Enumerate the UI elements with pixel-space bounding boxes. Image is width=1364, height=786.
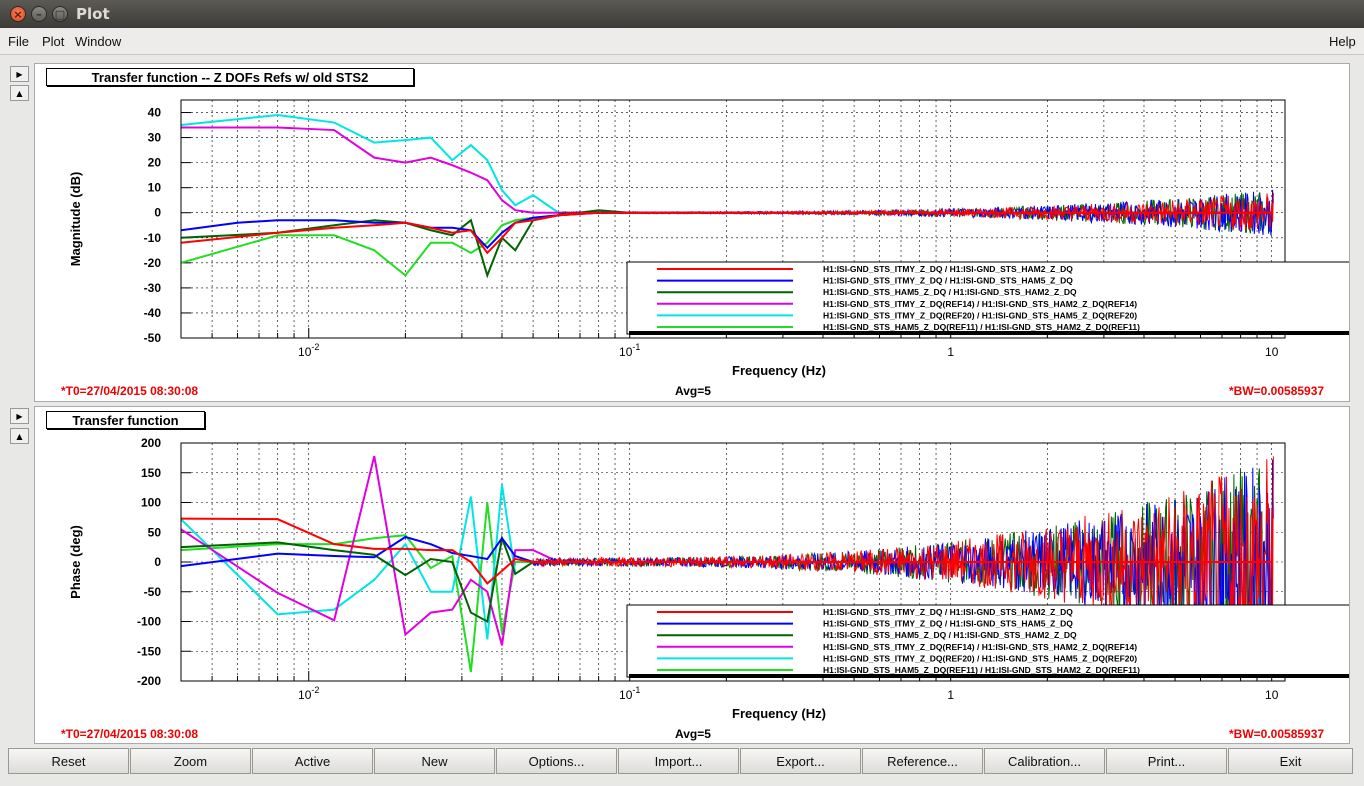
y-axis-label: Phase (deg) [68,525,83,599]
expand-panel-button[interactable]: ▶ [10,408,29,424]
legend-entry: H1:ISI-GND_STS_HAM5_Z_DQ(REF11) / H1:ISI… [823,322,1140,332]
y-tick-label: -10 [144,231,162,245]
y-tick-label: -50 [144,585,162,599]
legend-entry: H1:ISI-GND_STS_HAM5_Z_DQ / H1:ISI-GND_ST… [823,630,1077,640]
maximize-window-button[interactable]: □ [52,6,68,22]
magnitude-chart[interactable]: 40 30 20 10 0 -10 -20 -30 -40 -50 10-2 10-1 1 10 Frequ… [35,64,1349,401]
print-button[interactable]: Print... [1106,748,1227,774]
x-tick-label: 10-2 [298,685,319,702]
series-line [181,502,630,673]
t0-label: *T0=27/04/2015 08:30:08 [61,384,199,398]
avg-label: Avg=5 [675,384,711,398]
legend-entry: H1:ISI-GND_STS_ITMY_Z_DQ / H1:ISI-GND_ST… [823,619,1073,629]
window-titlebar: × – □ Plot [0,0,1364,28]
window-title: Plot [76,5,110,23]
collapse-panel-button[interactable]: ▲ [10,85,29,101]
calibration-button[interactable]: Calibration... [984,748,1105,774]
menu-plot[interactable]: Plot [42,34,64,49]
y-tick-label: 150 [141,466,161,480]
menu-bar: File Plot Window Help [0,28,1364,55]
active-button[interactable]: Active [252,748,373,774]
legend-entry: H1:ISI-GND_STS_HAM5_Z_DQ / H1:ISI-GND_ST… [823,287,1077,297]
menu-file[interactable]: File [8,34,29,49]
bw-label: *BW=0.00585937 [1229,727,1325,741]
plot-area [181,114,1274,279]
expand-panel-button[interactable]: ▶ [10,66,29,82]
y-tick-label: 0 [154,555,161,569]
series-line [181,114,630,214]
y-tick-label: 30 [148,131,162,145]
avg-label: Avg=5 [675,727,711,741]
y-tick-label: -200 [137,674,161,688]
y-tick-label: 20 [148,156,162,170]
button-bar: Reset Zoom Active New Options... Import.… [8,748,1354,774]
y-tick-label: -50 [144,331,162,345]
options-button[interactable]: Options... [496,748,617,774]
minimize-window-button[interactable]: – [31,6,47,22]
x-tick-label: 10 [1265,345,1279,359]
legend: H1:ISI-GND_STS_ITMY_Z_DQ / H1:ISI-GND_ST… [626,261,1349,335]
legend-entry: H1:ISI-GND_STS_ITMY_Z_DQ / H1:ISI-GND_ST… [823,607,1073,617]
y-tick-label: -20 [144,256,162,270]
y-tick-label: -30 [144,281,162,295]
legend-entry: H1:ISI-GND_STS_ITMY_Z_DQ(REF20) / H1:ISI… [823,653,1137,663]
y-tick-label: 10 [148,181,162,195]
legend-entry: H1:ISI-GND_STS_ITMY_Z_DQ(REF20) / H1:ISI… [823,310,1137,320]
x-tick-label: 10 [1265,688,1279,702]
y-axis-label: Magnitude (dB) [68,172,83,267]
menu-help[interactable]: Help [1329,34,1356,49]
x-tick-label: 1 [947,345,954,359]
x-tick-label: 1 [947,688,954,702]
zoom-button[interactable]: Zoom [130,748,251,774]
y-tick-label: -150 [137,644,161,658]
x-tick-label: 10-1 [619,342,640,359]
menu-window[interactable]: Window [75,34,121,49]
phase-panel[interactable]: Transfer function 200 150 100 50 0 -50 -100 -15… [34,406,1350,744]
collapse-panel-button[interactable]: ▲ [10,428,29,444]
reference-button[interactable]: Reference... [862,748,983,774]
phase-chart[interactable]: 200 150 100 50 0 -50 -100 -150 -200 10-2 10-1 1 10 Fr… [35,407,1349,743]
y-tick-label: 40 [148,106,162,120]
y-tick-label: -40 [144,306,162,320]
x-axis-label: Frequency (Hz) [732,706,826,721]
legend-entry: H1:ISI-GND_STS_ITMY_Z_DQ / H1:ISI-GND_ST… [823,276,1073,286]
exit-button[interactable]: Exit [1228,748,1353,774]
y-tick-label: 100 [141,496,161,510]
legend-entry: H1:ISI-GND_STS_HAM5_Z_DQ(REF11) / H1:ISI… [823,665,1140,675]
legend-entry: H1:ISI-GND_STS_ITMY_Z_DQ(REF14) / H1:ISI… [823,299,1137,309]
legend-entry: H1:ISI-GND_STS_ITMY_Z_DQ / H1:ISI-GND_ST… [823,264,1073,274]
bw-label: *BW=0.00585937 [1229,384,1325,398]
export-button[interactable]: Export... [740,748,861,774]
x-tick-label: 10-2 [298,342,319,359]
x-tick-label: 10-1 [619,685,640,702]
y-tick-label: -100 [137,615,161,629]
new-button[interactable]: New [374,748,495,774]
close-window-button[interactable]: × [10,6,26,22]
y-tick-label: 200 [141,436,161,450]
x-axis-label: Frequency (Hz) [732,363,826,378]
legend-entry: H1:ISI-GND_STS_ITMY_Z_DQ(REF14) / H1:ISI… [823,642,1137,652]
import-button[interactable]: Import... [618,748,739,774]
y-tick-label: 50 [148,525,162,539]
magnitude-panel[interactable]: Transfer function -- Z DOFs Refs w/ old … [34,63,1350,402]
reset-button[interactable]: Reset [8,748,129,774]
y-tick-label: 0 [154,206,161,220]
legend: H1:ISI-GND_STS_ITMY_Z_DQ / H1:ISI-GND_ST… [626,604,1349,678]
t0-label: *T0=27/04/2015 08:30:08 [61,727,199,741]
